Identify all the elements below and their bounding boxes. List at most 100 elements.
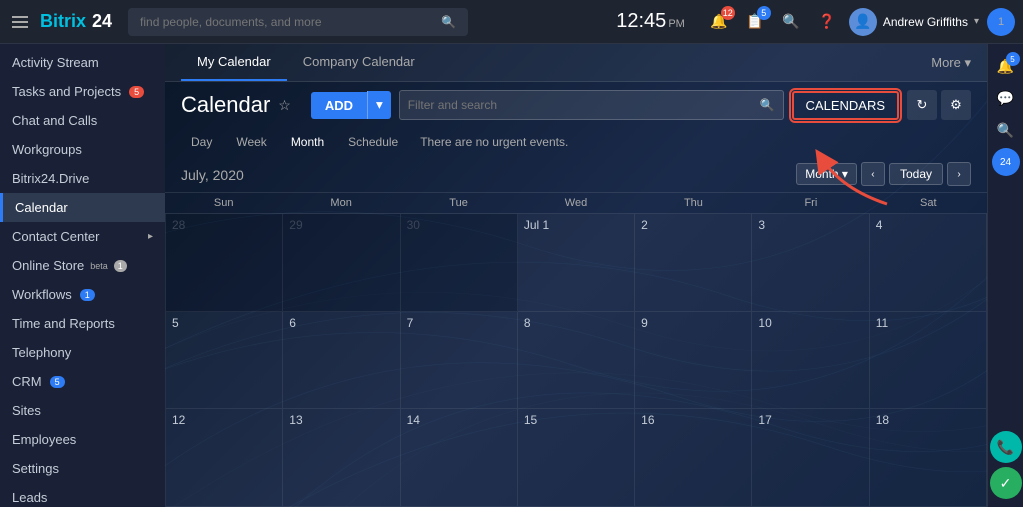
sidebar-item-workgroups[interactable]: Workgroups bbox=[0, 135, 165, 164]
main-area: Activity Stream Tasks and Projects 5 Cha… bbox=[0, 44, 1023, 507]
cal-cell-13[interactable]: 13 bbox=[283, 409, 400, 507]
cal-cell-15[interactable]: 15 bbox=[518, 409, 635, 507]
cal-cell-30[interactable]: 30 bbox=[401, 214, 518, 312]
cal-cell-4[interactable]: 4 bbox=[870, 214, 987, 312]
tab-company-calendar-label: Company Calendar bbox=[303, 54, 415, 69]
sidebar-item-sites[interactable]: Sites bbox=[0, 396, 165, 425]
sidebar-item-activity-stream[interactable]: Activity Stream bbox=[0, 48, 165, 77]
counter-badge[interactable]: 1 bbox=[987, 8, 1015, 36]
cal-cell-2[interactable]: 2 bbox=[635, 214, 752, 312]
sidebar-item-workflows[interactable]: Workflows 1 bbox=[0, 280, 165, 309]
sidebar-item-crm[interactable]: CRM 5 bbox=[0, 367, 165, 396]
cal-cell-16[interactable]: 16 bbox=[635, 409, 752, 507]
sidebar-item-online-store[interactable]: Online Store beta 1 bbox=[0, 251, 165, 280]
cal-cell-11[interactable]: 11 bbox=[870, 312, 987, 410]
view-tab-schedule[interactable]: Schedule bbox=[338, 132, 408, 152]
day-header-fri: Fri bbox=[752, 193, 869, 213]
sidebar-item-label: Settings bbox=[12, 461, 59, 476]
prev-month-btn[interactable]: ‹ bbox=[861, 162, 885, 186]
month-select[interactable]: Month ▾ bbox=[796, 163, 857, 185]
star-icon[interactable]: ☆ bbox=[278, 97, 291, 114]
sidebar-item-time-reports[interactable]: Time and Reports bbox=[0, 309, 165, 338]
view-tab-week[interactable]: Week bbox=[226, 132, 276, 152]
view-tab-month[interactable]: Month bbox=[281, 132, 334, 152]
search-btn[interactable]: 🔍 bbox=[777, 8, 805, 36]
filter-input[interactable] bbox=[408, 98, 754, 112]
sidebar-item-label: Telephony bbox=[12, 345, 71, 360]
tab-my-calendar[interactable]: My Calendar bbox=[181, 44, 287, 81]
cal-cell-12[interactable]: 12 bbox=[166, 409, 283, 507]
today-btn[interactable]: Today bbox=[889, 163, 943, 185]
right-counter-value: 24 bbox=[1000, 157, 1011, 168]
settings-btn[interactable]: ⚙ bbox=[941, 90, 971, 120]
view-tab-day[interactable]: Day bbox=[181, 132, 222, 152]
sidebar-item-label: CRM bbox=[12, 374, 42, 389]
day-header-thu: Thu bbox=[635, 193, 752, 213]
more-btn[interactable]: More ▾ bbox=[931, 45, 971, 81]
clock-ampm: PM bbox=[668, 18, 685, 30]
calendar-title-text: Calendar bbox=[181, 92, 270, 118]
cal-cell-jul1[interactable]: Jul 1 bbox=[518, 214, 635, 312]
day-header-sun: Sun bbox=[165, 193, 282, 213]
calendar-month-title: July, 2020 bbox=[181, 164, 244, 185]
cal-cell-7[interactable]: 7 bbox=[401, 312, 518, 410]
sidebar-item-drive[interactable]: Bitrix24.Drive bbox=[0, 164, 165, 193]
cal-cell-9[interactable]: 9 bbox=[635, 312, 752, 410]
sidebar-item-tasks[interactable]: Tasks and Projects 5 bbox=[0, 77, 165, 106]
refresh-btn[interactable]: ↻ bbox=[907, 90, 937, 120]
cal-cell-8[interactable]: 8 bbox=[518, 312, 635, 410]
sidebar-item-label: Bitrix24.Drive bbox=[12, 171, 89, 186]
topbar-icons: 🔔 12 📋 5 🔍 ❓ bbox=[705, 8, 841, 36]
right-crm-icon[interactable]: 💬 bbox=[992, 84, 1020, 112]
add-button[interactable]: ADD bbox=[311, 92, 367, 119]
sidebar-item-contact-center[interactable]: Contact Center ▸ bbox=[0, 222, 165, 251]
cal-cell-28[interactable]: 28 bbox=[166, 214, 283, 312]
filter-search[interactable]: 🔍 bbox=[399, 90, 784, 120]
sidebar-item-calendar[interactable]: Calendar bbox=[0, 193, 165, 222]
calendars-button[interactable]: CALENDARS bbox=[792, 91, 899, 120]
right-bell-icon[interactable]: 🔔 5 bbox=[992, 52, 1020, 80]
next-month-btn[interactable]: › bbox=[947, 162, 971, 186]
search-input[interactable] bbox=[140, 15, 441, 29]
right-teal-btn[interactable]: 📞 bbox=[990, 431, 1022, 463]
cal-cell-6[interactable]: 6 bbox=[283, 312, 400, 410]
cal-cell-5[interactable]: 5 bbox=[166, 312, 283, 410]
add-btn-group: ADD ▾ bbox=[311, 91, 391, 119]
sidebar-item-settings[interactable]: Settings bbox=[0, 454, 165, 483]
cal-cell-10[interactable]: 10 bbox=[752, 312, 869, 410]
logo-text: Bitrix bbox=[40, 11, 86, 32]
sidebar-item-employees[interactable]: Employees bbox=[0, 425, 165, 454]
notifications-btn[interactable]: 🔔 12 bbox=[705, 8, 733, 36]
bell-btn[interactable]: 📋 5 bbox=[741, 8, 769, 36]
tasks-badge: 5 bbox=[129, 86, 144, 98]
tab-company-calendar[interactable]: Company Calendar bbox=[287, 44, 431, 81]
sidebar-arrow-icon: ▸ bbox=[148, 231, 153, 242]
calendar-nav: Month ▾ ‹ Today › bbox=[796, 162, 971, 186]
right-counter-icon[interactable]: 24 bbox=[992, 148, 1020, 176]
calendar-content: My Calendar Company Calendar More ▾ Cale… bbox=[165, 44, 987, 507]
hamburger-menu[interactable] bbox=[8, 12, 32, 32]
sidebar-item-chat[interactable]: Chat and Calls bbox=[0, 106, 165, 135]
calendar-view-tabs: Day Week Month Schedule There are no urg… bbox=[165, 128, 987, 156]
right-panel: 🔔 5 💬 🔍 24 📞 ✓ bbox=[987, 44, 1023, 507]
calendar-month-header: July, 2020 Month ▾ ‹ Today › bbox=[165, 156, 987, 192]
help-btn[interactable]: ❓ bbox=[813, 8, 841, 36]
cal-cell-18[interactable]: 18 bbox=[870, 409, 987, 507]
right-search-icon[interactable]: 🔍 bbox=[992, 116, 1020, 144]
day-header-wed: Wed bbox=[517, 193, 634, 213]
calendar-grid: July, 2020 Month ▾ ‹ Today › Sun Mon Tue… bbox=[165, 156, 987, 507]
user-info[interactable]: 👤 Andrew Griffiths ▾ bbox=[849, 8, 979, 36]
add-dropdown-button[interactable]: ▾ bbox=[367, 91, 391, 119]
cal-cell-17[interactable]: 17 bbox=[752, 409, 869, 507]
cal-cell-3[interactable]: 3 bbox=[752, 214, 869, 312]
cal-cell-29[interactable]: 29 bbox=[283, 214, 400, 312]
toolbar-right: ↻ ⚙ bbox=[907, 90, 971, 120]
calendar-toolbar: Calendar ☆ ADD ▾ 🔍 CALENDARS ↻ ⚙ bbox=[165, 82, 987, 128]
right-green-btn[interactable]: ✓ bbox=[990, 467, 1022, 499]
crm-badge: 5 bbox=[50, 376, 65, 388]
sidebar-item-leads[interactable]: Leads bbox=[0, 483, 165, 507]
global-search[interactable]: 🔍 bbox=[128, 8, 468, 36]
sidebar-item-telephony[interactable]: Telephony bbox=[0, 338, 165, 367]
cal-cell-14[interactable]: 14 bbox=[401, 409, 518, 507]
user-name: Andrew Griffiths bbox=[883, 15, 968, 29]
